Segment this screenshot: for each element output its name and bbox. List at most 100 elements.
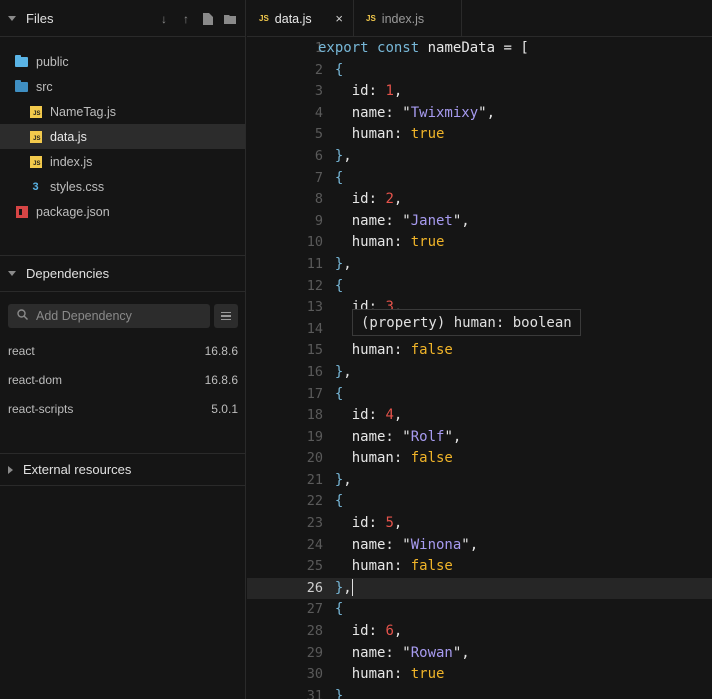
file-tree-item[interactable]: src: [0, 74, 245, 99]
code-line[interactable]: 8 id: 2,: [247, 189, 712, 211]
dependency-version: 5.0.1: [211, 401, 238, 416]
code-line[interactable]: 25 human: false: [247, 556, 712, 578]
new-file-icon[interactable]: [201, 12, 215, 26]
code-token: export: [318, 40, 369, 56]
javascript-file-icon: JS: [29, 130, 42, 143]
code-token: true: [410, 126, 445, 143]
tab-data-js[interactable]: JS data.js ×: [247, 0, 354, 37]
dependency-row[interactable]: react-scripts 5.0.1: [0, 394, 246, 423]
code-line[interactable]: 31 }: [247, 686, 712, 699]
dependency-version: 16.8.6: [204, 372, 238, 387]
new-folder-icon[interactable]: [223, 12, 237, 26]
file-tree-item[interactable]: package.json: [0, 199, 245, 224]
code-token: id:: [318, 191, 386, 208]
code-line[interactable]: 22 {: [247, 491, 712, 513]
code-token: ,: [343, 579, 352, 596]
sort-down-icon[interactable]: ↓: [157, 12, 171, 26]
file-tree-item[interactable]: 3 styles.css: [0, 174, 245, 199]
tab-index-js[interactable]: JS index.js: [354, 0, 462, 37]
dependency-row[interactable]: react-dom 16.8.6: [0, 365, 246, 394]
package-icon: [15, 205, 28, 218]
code-line[interactable]: 2 {: [247, 60, 712, 82]
code-token: {: [334, 385, 344, 402]
file-tree-item[interactable]: public: [0, 49, 245, 74]
code-token: 5: [385, 515, 394, 532]
code-line[interactable]: 21 },: [247, 470, 712, 492]
external-resources-header[interactable]: External resources: [0, 453, 246, 486]
code-line[interactable]: 28 id: 6,: [247, 621, 712, 643]
code-line[interactable]: 12 {: [247, 276, 712, 298]
code-line[interactable]: 15 human: false: [247, 340, 712, 362]
code-line[interactable]: 24 name: "Winona",: [247, 535, 712, 557]
sort-up-icon[interactable]: ↑: [179, 12, 193, 26]
folder-icon: [15, 54, 28, 68]
code-token: human:: [318, 342, 411, 359]
code-line[interactable]: 29 name: "Rowan",: [247, 643, 712, 665]
dependency-row[interactable]: react 16.8.6: [0, 336, 246, 365]
line-number: 23: [306, 515, 323, 532]
code-line[interactable]: 5 human: true: [247, 124, 712, 146]
code-token: ,: [343, 147, 352, 164]
code-line[interactable]: 7 {: [247, 168, 712, 190]
code-line[interactable]: 23 id: 5,: [247, 513, 712, 535]
code-area[interactable]: 1 export const nameData = [2 {3 id: 1, 4 n…: [247, 37, 712, 699]
code-token: {: [334, 493, 344, 510]
code-text: id: 1,: [318, 81, 403, 103]
code-line[interactable]: 11 },: [247, 254, 712, 276]
line-number: 25: [306, 558, 323, 575]
folder-icon: [15, 79, 28, 93]
code-line[interactable]: 30 human: true: [247, 664, 712, 686]
code-line[interactable]: 18 id: 4,: [247, 405, 712, 427]
code-token: Rowan: [410, 644, 453, 661]
files-header[interactable]: Files ↓ ↑: [0, 0, 245, 37]
code-line[interactable]: 4 name: "Twixmixy",: [247, 103, 712, 125]
code-line[interactable]: 17 {: [247, 384, 712, 406]
add-dependency-input[interactable]: Add Dependency: [8, 304, 211, 328]
code-token: Janet: [410, 212, 453, 229]
code-text: },: [318, 578, 354, 600]
code-text: id: 5,: [318, 513, 403, 535]
code-line[interactable]: 3 id: 1,: [247, 81, 712, 103]
file-tree-item[interactable]: JS data.js: [0, 124, 245, 149]
file-tree-label: src: [36, 79, 53, 94]
code-token: ",: [444, 428, 462, 445]
line-number: 21: [306, 471, 323, 488]
file-tree-item[interactable]: JS index.js: [0, 149, 245, 174]
code-text: human: true: [318, 232, 445, 254]
code-line[interactable]: 16 },: [247, 362, 712, 384]
hover-tooltip: (property) human: boolean: [352, 309, 581, 336]
code-line[interactable]: 6 },: [247, 146, 712, 168]
line-number: 10: [306, 234, 323, 251]
sidebar: Files ↓ ↑ public src JS NameTag.js JS data.js…: [0, 0, 246, 699]
file-tree-item[interactable]: JS NameTag.js: [0, 99, 245, 124]
dependencies-header[interactable]: Dependencies: [0, 255, 246, 292]
code-line[interactable]: 1 export const nameData = [: [247, 38, 712, 60]
code-line[interactable]: 26 },: [247, 577, 712, 600]
external-resources-label: External resources: [23, 462, 132, 477]
search-icon: [17, 309, 28, 323]
code-line[interactable]: 9 name: "Janet",: [247, 211, 712, 233]
code-token: human:: [318, 450, 411, 467]
line-number: 7: [314, 169, 323, 186]
code-token: name: ": [318, 644, 411, 661]
code-text: human: false: [318, 556, 453, 578]
line-number: 15: [306, 342, 323, 359]
code-line[interactable]: 20 human: false: [247, 448, 712, 470]
code-line[interactable]: 19 name: "Rolf",: [247, 427, 712, 449]
javascript-file-icon: JS: [366, 14, 376, 23]
chevron-down-icon: [8, 15, 16, 21]
code-text: },: [318, 470, 352, 492]
code-line[interactable]: 10 human: true: [247, 232, 712, 254]
close-icon[interactable]: ×: [335, 11, 343, 26]
line-number: 12: [306, 277, 323, 294]
dependency-menu-button[interactable]: [214, 304, 238, 328]
code-token: ,: [393, 191, 403, 208]
line-number: 3: [314, 83, 323, 100]
code-line[interactable]: 27 {: [247, 599, 712, 621]
code-text: {: [318, 599, 343, 621]
